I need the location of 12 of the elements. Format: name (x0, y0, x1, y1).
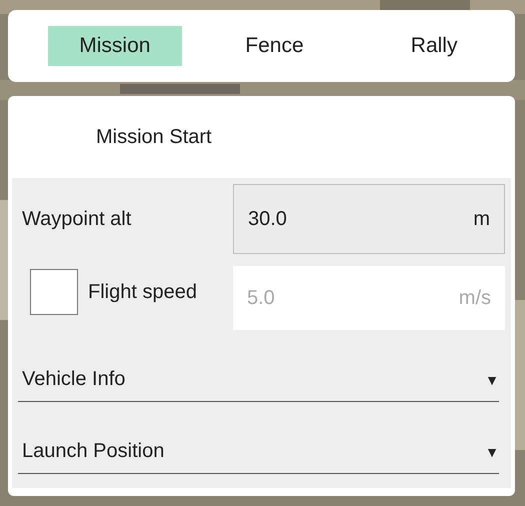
tab[interactable]: Mission (48, 26, 182, 66)
caret-icon: ▼ (485, 372, 499, 388)
checkbox[interactable] (30, 269, 78, 315)
dropdown[interactable]: Launch Position ▼ (18, 414, 499, 474)
waypoint-alt-field[interactable]: 30.0 m (233, 184, 505, 254)
tab[interactable]: Rally (367, 26, 501, 66)
caret-icon: ▼ (485, 444, 499, 460)
section-title: Mission Start (95, 125, 213, 150)
waypoint-alt-label: Waypoint alt (21, 208, 132, 230)
flight-speed-label: Flight speed (88, 280, 197, 304)
tab[interactable]: Fence (190, 26, 360, 66)
dropdown[interactable]: Vehicle Info ▼ (18, 342, 499, 402)
